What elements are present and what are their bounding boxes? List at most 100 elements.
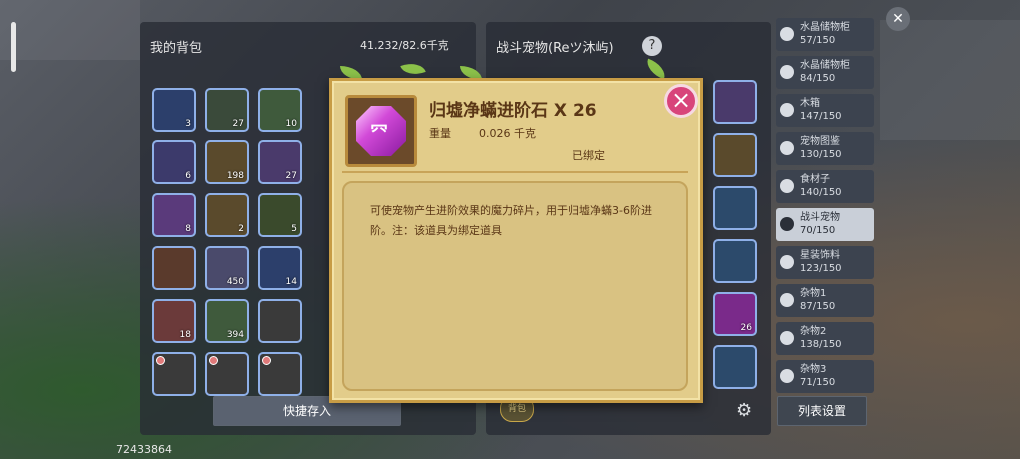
backpack-slot[interactable]: 394 (205, 299, 249, 343)
category-item[interactable]: 木箱 147/150 (776, 94, 874, 127)
category-count: 140/150 (800, 187, 842, 198)
category-count: 70/150 (800, 225, 836, 236)
help-icon[interactable]: ? (642, 36, 662, 56)
slot-count: 26 (740, 323, 752, 333)
slot-count: 10 (285, 119, 297, 129)
storage-slot[interactable]: 26 (713, 292, 757, 336)
category-item[interactable]: 食材子 140/150 (776, 170, 874, 203)
category-item[interactable]: 水晶储物柜 57/150 (776, 18, 874, 51)
close-inventory-icon[interactable]: ✕ (886, 7, 910, 31)
backpack-slot[interactable]: 14 (258, 246, 302, 290)
backpack-slot[interactable] (152, 246, 196, 290)
backpack-slot[interactable]: 18 (152, 299, 196, 343)
category-count: 147/150 (800, 111, 842, 122)
description-box: 可使宠物产生进阶效果的魔力碎片，用于归墟净蟎3-6阶进阶。注：该道具为绑定道具 (342, 181, 688, 391)
person-icon (780, 369, 794, 383)
slot-count: 27 (232, 119, 244, 129)
slot-count: 8 (185, 224, 191, 234)
list-settings-button[interactable]: 列表设置 (777, 396, 867, 426)
person-icon (780, 103, 794, 117)
weight-value: 0.026 千克 (479, 127, 536, 140)
category-count: 71/150 (800, 377, 836, 388)
category-item[interactable]: 宠物图鉴 130/150 (776, 132, 874, 165)
slot-count: 27 (285, 171, 297, 181)
slot-count: 14 (285, 277, 297, 287)
backpack-slot[interactable]: 8 (152, 193, 196, 237)
person-icon (780, 27, 794, 41)
slot-count: 3 (185, 119, 191, 129)
person-icon (780, 179, 794, 193)
item-icon-frame: ⺳ (345, 95, 417, 167)
backpack-slot[interactable]: 10 (258, 88, 302, 132)
backpack-slot[interactable] (258, 299, 302, 343)
storage-slot[interactable] (713, 186, 757, 230)
category-item[interactable]: 杂物3 71/150 (776, 360, 874, 393)
backpack-slot[interactable]: 27 (258, 140, 302, 184)
backpack-slot[interactable] (205, 352, 249, 396)
category-count: 84/150 (800, 73, 836, 84)
category-name: 宠物图鉴 (800, 136, 840, 147)
person-icon (780, 141, 794, 155)
item-detail-popup: ⺳ 归墟净蟎进阶石 X 26 重量 0.026 千克 已绑定 可使宠物产生进阶效… (329, 78, 703, 403)
category-count: 87/150 (800, 301, 836, 312)
category-name: 杂物1 (800, 288, 827, 299)
slot-count: 5 (291, 224, 297, 234)
slot-count: 2 (238, 224, 244, 234)
category-name: 杂物3 (800, 364, 827, 375)
lock-icon (209, 356, 218, 365)
category-name: 木箱 (800, 98, 820, 109)
person-icon (780, 255, 794, 269)
backpack-slot[interactable]: 2 (205, 193, 249, 237)
person-icon (780, 217, 794, 231)
item-name: 归墟净蟎进阶石 X 26 (429, 101, 597, 121)
popup-divider (342, 171, 688, 173)
backpack-weight: 41.232/82.6千克 (360, 39, 449, 52)
backpack-slot[interactable]: 450 (205, 246, 249, 290)
slot-count: 450 (226, 277, 244, 287)
category-item[interactable]: 水晶储物柜 84/150 (776, 56, 874, 89)
category-name: 杂物2 (800, 326, 827, 337)
backpack-slot[interactable] (258, 352, 302, 396)
category-item[interactable]: 杂物1 87/150 (776, 284, 874, 317)
backpack-slot[interactable]: 6 (152, 140, 196, 184)
backpack-title: 我的背包 (150, 41, 203, 56)
category-count: 130/150 (800, 149, 842, 160)
background-building (0, 0, 140, 60)
category-count: 57/150 (800, 35, 836, 46)
backpack-slot[interactable]: 27 (205, 88, 249, 132)
storage-slot[interactable] (713, 133, 757, 177)
storage-slot[interactable] (713, 345, 757, 389)
item-description: 可使宠物产生进阶效果的魔力碎片，用于归墟净蟎3-6阶进阶。注：该道具为绑定道具 (370, 204, 652, 237)
slot-count: 6 (185, 171, 191, 181)
backpack-slot[interactable]: 3 (152, 88, 196, 132)
lock-icon (156, 356, 165, 365)
side-handle[interactable] (11, 22, 16, 72)
popup-close-button[interactable]: × (664, 84, 698, 118)
category-name: 星装饰料 (800, 250, 840, 261)
background-building (880, 20, 1020, 140)
category-count: 138/150 (800, 339, 842, 350)
person-icon (780, 65, 794, 79)
player-id: 72433864 (116, 443, 172, 456)
storage-slot[interactable] (713, 239, 757, 283)
category-item[interactable]: 星装饰料 123/150 (776, 246, 874, 279)
gem-symbol: ⺳ (370, 123, 388, 144)
storage-slot[interactable] (713, 80, 757, 124)
category-name: 战斗宠物 (800, 212, 840, 223)
category-item[interactable]: 杂物2 138/150 (776, 322, 874, 355)
person-icon (780, 331, 794, 345)
weight-label: 重量 (429, 127, 451, 140)
category-name: 水晶储物柜 (800, 22, 850, 33)
storage-title: 战斗宠物(Reツ沐屿) (496, 41, 614, 56)
category-name: 水晶储物柜 (800, 60, 850, 71)
category-item[interactable]: 战斗宠物 70/150 (776, 208, 874, 241)
lock-icon (262, 356, 271, 365)
category-count: 123/150 (800, 263, 842, 274)
backpack-slot[interactable] (152, 352, 196, 396)
category-name: 食材子 (800, 174, 830, 185)
backpack-slot[interactable]: 198 (205, 140, 249, 184)
slot-count: 198 (226, 171, 244, 181)
person-icon (780, 293, 794, 307)
backpack-slot[interactable]: 5 (258, 193, 302, 237)
gear-icon[interactable]: ⚙ (736, 400, 752, 421)
